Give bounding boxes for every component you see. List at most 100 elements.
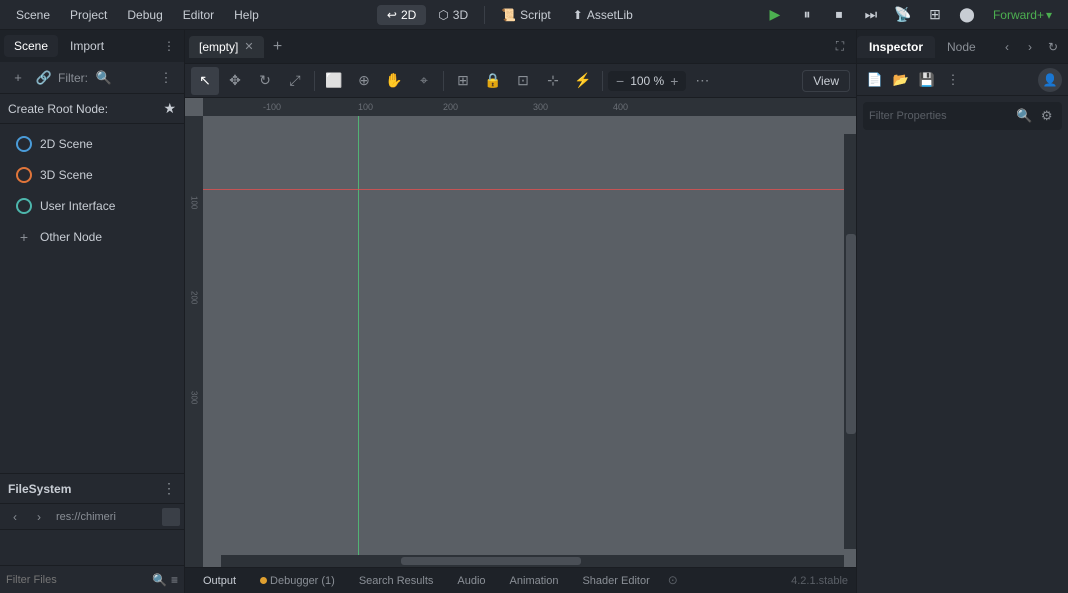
snap-tool[interactable]: ⊕ — [350, 67, 378, 95]
viewport[interactable]: -100 100 200 300 400 100 200 300 — [185, 98, 856, 567]
node-item-2d[interactable]: 2D Scene — [4, 129, 180, 159]
panel-more-button[interactable]: ⋮ — [158, 35, 180, 57]
rect-tool[interactable]: ⬜ — [320, 67, 348, 95]
rotate-tool[interactable]: ↻ — [251, 67, 279, 95]
assetlib-label: AssetLib — [587, 8, 633, 22]
viewport-canvas[interactable] — [203, 116, 856, 567]
add-node-button[interactable]: + — [6, 66, 30, 90]
mode-script-button[interactable]: 📜 Script — [491, 5, 561, 25]
tab-animation[interactable]: Animation — [500, 573, 569, 589]
scrollbar-vertical[interactable] — [844, 134, 856, 549]
select-tool[interactable]: ↖ — [191, 67, 219, 95]
filter-properties-input[interactable] — [869, 110, 1011, 122]
filter-label: Filter: — [58, 71, 88, 85]
tab-search-results[interactable]: Search Results — [349, 573, 444, 589]
script-icon: 📜 — [501, 8, 516, 22]
filesystem-title: FileSystem — [8, 482, 71, 496]
renderer-button[interactable]: Forward+ ▾ — [985, 5, 1060, 25]
filter-files-input[interactable] — [6, 574, 148, 586]
filter-search-icon[interactable]: 🔍 — [1015, 104, 1034, 128]
mode-2d-button[interactable]: ↩ 2D — [377, 5, 426, 25]
step-button[interactable]: ⏭ — [857, 3, 885, 27]
node-item-3d[interactable]: 3D Scene — [4, 160, 180, 190]
left-panel: Scene Import ⋮ + 🔗 Filter: 🔍 ⋮ Create Ro… — [0, 30, 185, 593]
tab-audio[interactable]: Audio — [447, 573, 495, 589]
menu-project[interactable]: Project — [62, 6, 115, 24]
nav-back-button[interactable]: ‹ — [4, 506, 26, 528]
node-label-other: Other Node — [40, 230, 102, 244]
lock-tool[interactable]: 🔒 — [479, 67, 507, 95]
ruler-tick: 100 — [358, 102, 373, 112]
3d-icon: ⬡ — [438, 8, 448, 22]
menu-editor[interactable]: Editor — [175, 6, 222, 24]
hand-tool[interactable]: ✋ — [380, 67, 408, 95]
scrollbar-h-thumb[interactable] — [401, 557, 581, 565]
zoom-out-button[interactable]: − — [614, 73, 626, 89]
nav-forward-button[interactable]: › — [28, 506, 50, 528]
filter-options-button[interactable]: ≡ — [171, 569, 178, 591]
ruler-tick: 200 — [443, 102, 458, 112]
grid-button[interactable]: ⊞ — [921, 3, 949, 27]
filter-settings-icon[interactable]: ⚙ — [1038, 104, 1057, 128]
mode-3d-button[interactable]: ⬡ 3D — [428, 5, 478, 25]
menu-scene[interactable]: Scene — [8, 6, 58, 24]
more-options-button[interactable]: ⋮ — [154, 66, 178, 90]
bone-tool[interactable]: ⚡ — [569, 67, 597, 95]
tab-import[interactable]: Import — [60, 35, 114, 57]
ruler-tick: 400 — [613, 102, 628, 112]
bottom-tabs: Output Debugger (1) Search Results Audio… — [185, 567, 856, 593]
inspector-tabs: Inspector Node ‹ › ↻ — [857, 30, 1068, 64]
anchor-tool[interactable]: ⌖ — [410, 67, 438, 95]
nav-refresh-button[interactable]: ↻ — [1042, 36, 1064, 58]
nav-next-button[interactable]: › — [1019, 36, 1041, 58]
avatar[interactable]: 👤 — [1038, 68, 1062, 92]
grid-snap-tool[interactable]: ⊞ — [449, 67, 477, 95]
tab-output[interactable]: Output — [193, 573, 246, 589]
link-button[interactable]: 🔗 — [32, 66, 56, 90]
more-options-button[interactable]: ⋮ — [941, 68, 965, 92]
menu-debug[interactable]: Debug — [119, 6, 170, 24]
more-tools-button[interactable]: ⋯ — [688, 67, 716, 95]
filter-search-icon[interactable]: 🔍 — [152, 569, 167, 591]
nav-prev-button[interactable]: ‹ — [996, 36, 1018, 58]
pause-button[interactable]: ⏸ — [793, 3, 821, 27]
tab-inspector[interactable]: Inspector — [857, 36, 935, 58]
add-tab-button[interactable]: + — [266, 35, 290, 59]
tab-debugger[interactable]: Debugger (1) — [250, 573, 345, 589]
filesystem-more-button[interactable]: ⋮ — [162, 480, 176, 497]
mode-assetlib-button[interactable]: ⬆ AssetLib — [563, 5, 643, 25]
tab-shader-editor[interactable]: Shader Editor — [572, 573, 659, 589]
open-folder-button[interactable]: 📂 — [889, 68, 913, 92]
tool-sep-1 — [314, 71, 315, 91]
scale-tool[interactable]: ⤢ — [281, 67, 309, 95]
tab-close-button[interactable]: ✕ — [244, 40, 253, 53]
new-script-button[interactable]: 📄 — [863, 68, 887, 92]
node-item-other[interactable]: + Other Node — [4, 222, 180, 252]
stop-button[interactable]: ⏹ — [825, 3, 853, 27]
save-button[interactable]: 💾 — [915, 68, 939, 92]
fullscreen-button[interactable]: ⛶ — [828, 35, 852, 59]
filter-files-bar: 🔍 ≡ — [0, 565, 184, 593]
tab-scene[interactable]: Scene — [4, 35, 58, 57]
tab-node[interactable]: Node — [935, 36, 988, 58]
group-tool[interactable]: ⊡ — [509, 67, 537, 95]
favorite-button[interactable]: ★ — [163, 100, 176, 117]
filter-properties-bar: 🔍 ⚙ — [863, 102, 1062, 130]
play-button[interactable]: ▶ — [761, 3, 789, 27]
node-item-ui[interactable]: User Interface — [4, 191, 180, 221]
pivot-tool[interactable]: ⊹ — [539, 67, 567, 95]
move-tool[interactable]: ✥ — [221, 67, 249, 95]
movie-button[interactable]: ⬤ — [953, 3, 981, 27]
editor-tab-empty[interactable]: [empty] ✕ — [189, 36, 264, 58]
scrollbar-v-thumb[interactable] — [846, 234, 856, 434]
search-icon[interactable]: 🔍 — [92, 66, 116, 90]
zoom-in-button[interactable]: + — [668, 73, 680, 89]
view-button[interactable]: View — [802, 70, 850, 92]
remote-button[interactable]: 📡 — [889, 3, 917, 27]
menu-help[interactable]: Help — [226, 6, 267, 24]
center-area: [empty] ✕ + ⛶ ↖ ✥ ↻ ⤢ ⬜ ⊕ ✋ ⌖ ⊞ 🔒 ⊡ ⊹ ⚡ … — [185, 30, 856, 593]
distraction-icon[interactable]: ⊙ — [668, 573, 684, 589]
scrollbar-horizontal[interactable] — [221, 555, 844, 567]
2d-icon: ↩ — [387, 8, 397, 22]
filter-box: Filter: 🔍 — [58, 66, 152, 90]
